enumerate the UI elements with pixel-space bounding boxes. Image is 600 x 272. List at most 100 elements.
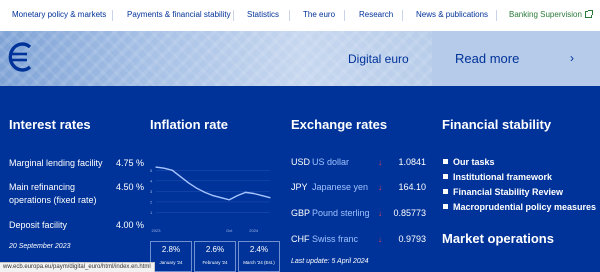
bullet-icon — [443, 204, 448, 209]
financial-stability-link[interactable]: Institutional framework — [443, 172, 552, 182]
arrow-down-icon: ↓ — [378, 209, 382, 218]
y-tick-label: 4 — [150, 178, 153, 183]
interest-rate-row: Marginal lending facility 4.75 % — [9, 157, 144, 170]
nav-divider — [289, 10, 290, 21]
bullet-icon — [443, 174, 448, 179]
inflation-data-point — [261, 194, 263, 197]
interest-rates-title[interactable]: Interest rates — [9, 117, 91, 132]
inflation-data-point — [212, 194, 214, 197]
inflation-value: 2.6% — [205, 245, 225, 254]
nav-the-euro[interactable]: The euro — [303, 10, 335, 19]
financial-stability-link[interactable]: Our tasks — [443, 157, 495, 167]
nav-monetary-policy[interactable]: Monetary policy & markets — [12, 10, 106, 19]
inflation-data-point — [163, 167, 165, 169]
nav-statistics[interactable]: Statistics — [247, 10, 279, 19]
nav-divider — [344, 10, 345, 21]
inflation-data-point — [179, 176, 182, 178]
exchange-rate-value: 1.0841 — [398, 157, 426, 167]
financial-stability-link[interactable]: Financial Stability Review — [443, 187, 563, 197]
currency-code: GBP — [291, 208, 311, 218]
inflation-data-point — [196, 187, 198, 189]
financial-stability-link[interactable]: Macroprudential policy measures — [443, 202, 596, 212]
currency-code: CHF — [291, 234, 310, 244]
financial-stability-link-label: Macroprudential policy measures — [453, 202, 597, 212]
inflation-rate-title[interactable]: Inflation rate — [150, 117, 228, 132]
y-tick-label: 1 — [150, 210, 153, 215]
inflation-data-point — [171, 169, 173, 171]
inflation-value: 2.8% — [161, 245, 181, 254]
interest-rate-label: Marginal lending facility — [9, 158, 103, 168]
inflation-data-point — [253, 192, 255, 195]
x-tick-label: Oct — [226, 228, 233, 233]
nav-divider — [233, 10, 234, 21]
interest-rate-label: Deposit facility — [9, 220, 68, 230]
arrow-down-icon: ↓ — [378, 158, 382, 167]
digital-euro-banner[interactable]: Digital euro Read more › — [0, 31, 600, 86]
nav-divider — [112, 10, 113, 21]
inflation-data-point — [220, 197, 222, 199]
currency-name[interactable]: Swiss franc — [312, 234, 358, 244]
bullet-icon — [443, 189, 448, 194]
inflation-data-point — [244, 191, 247, 194]
top-navigation: Monetary policy & markets Payments & fin… — [0, 0, 600, 31]
interest-rate-value: 4.50 % — [115, 182, 144, 192]
inflation-value: 2.4% — [249, 245, 269, 254]
read-more-button[interactable]: Read more › — [432, 31, 600, 86]
inflation-figure: 2.6% February '24 — [194, 241, 236, 272]
financial-stability-link-label: Our tasks — [453, 157, 495, 167]
external-link-icon — [584, 10, 593, 18]
y-tick-label: 3 — [150, 189, 153, 194]
exchange-rate-row[interactable]: JPY Japanese yen ↓ 164.10 — [291, 182, 426, 195]
market-operations-title[interactable]: Market operations — [442, 231, 554, 246]
inflation-data-point — [187, 182, 190, 184]
currency-name[interactable]: Pound sterling — [312, 208, 370, 218]
chevron-right-icon: › — [570, 51, 574, 65]
y-tick-label: 5 — [150, 168, 153, 173]
interest-rate-row: Main refinancing operations (fixed rate)… — [9, 181, 144, 207]
inflation-data-point — [228, 199, 230, 201]
exchange-rates-title[interactable]: Exchange rates — [291, 117, 387, 132]
inflation-period: March '24 (Est.) — [243, 260, 275, 265]
inflation-data-point — [204, 191, 206, 194]
currency-code: JPY — [291, 182, 308, 192]
x-tick-label: 2024 — [249, 228, 259, 233]
financial-stability-link-label: Institutional framework — [453, 172, 553, 182]
exchange-rate-row[interactable]: CHF Swiss franc ↓ 0.9793 — [291, 234, 426, 247]
euro-icon — [8, 42, 32, 72]
inflation-figure: 2.4% March '24 (Est.) — [238, 241, 280, 272]
nav-research[interactable]: Research — [359, 10, 393, 19]
nav-banking-supervision-label: Banking Supervision — [509, 10, 582, 19]
banner-title: Digital euro — [348, 52, 409, 66]
arrow-down-icon: ↓ — [378, 235, 382, 244]
financial-stability-title[interactable]: Financial stability — [442, 117, 551, 132]
exchange-rate-value: 0.9793 — [398, 234, 426, 244]
inflation-period: February '24 — [202, 260, 228, 265]
inflation-data-point — [269, 197, 271, 199]
nav-divider — [402, 10, 403, 21]
interest-rates-date: 20 September 2023 — [9, 243, 71, 250]
currency-name[interactable]: US dollar — [312, 157, 349, 167]
nav-news-publications[interactable]: News & publications — [416, 10, 488, 19]
currency-name[interactable]: Japanese yen — [312, 182, 368, 192]
exchange-rate-value: 164.10 — [398, 182, 426, 192]
interest-rate-row: Deposit facility 4.00 % — [9, 219, 144, 232]
status-bar-url: ww.ecb.europa.eu/paym/digital_euro/html/… — [0, 262, 155, 272]
nav-banking-supervision[interactable]: Banking Supervision — [509, 10, 593, 19]
inflation-figure: 2.8% January '24 — [150, 241, 192, 272]
bullet-icon — [443, 159, 448, 164]
exchange-rate-row[interactable]: GBP Pound sterling ↓ 0.85773 — [291, 208, 426, 221]
x-tick-label: 2023 — [152, 228, 162, 233]
exchange-rates-updated: Last update: 5 April 2024 — [291, 258, 369, 265]
exchange-rate-value: 0.85773 — [393, 208, 426, 218]
financial-stability-link-label: Financial Stability Review — [453, 187, 564, 197]
nav-payments[interactable]: Payments & financial stability — [127, 10, 231, 19]
interest-rate-value: 4.75 % — [115, 158, 144, 168]
arrow-down-icon: ↓ — [378, 183, 382, 192]
inflation-period: January '24 — [159, 260, 183, 265]
interest-rate-value: 4.00 % — [115, 220, 144, 230]
read-more-label: Read more — [455, 51, 520, 66]
inflation-data-point — [155, 166, 157, 168]
y-tick-label: 2 — [150, 199, 153, 204]
interest-rate-label: Main refinancing operations (fixed rate) — [9, 182, 97, 205]
exchange-rate-row[interactable]: USD US dollar ↓ 1.0841 — [291, 157, 426, 170]
